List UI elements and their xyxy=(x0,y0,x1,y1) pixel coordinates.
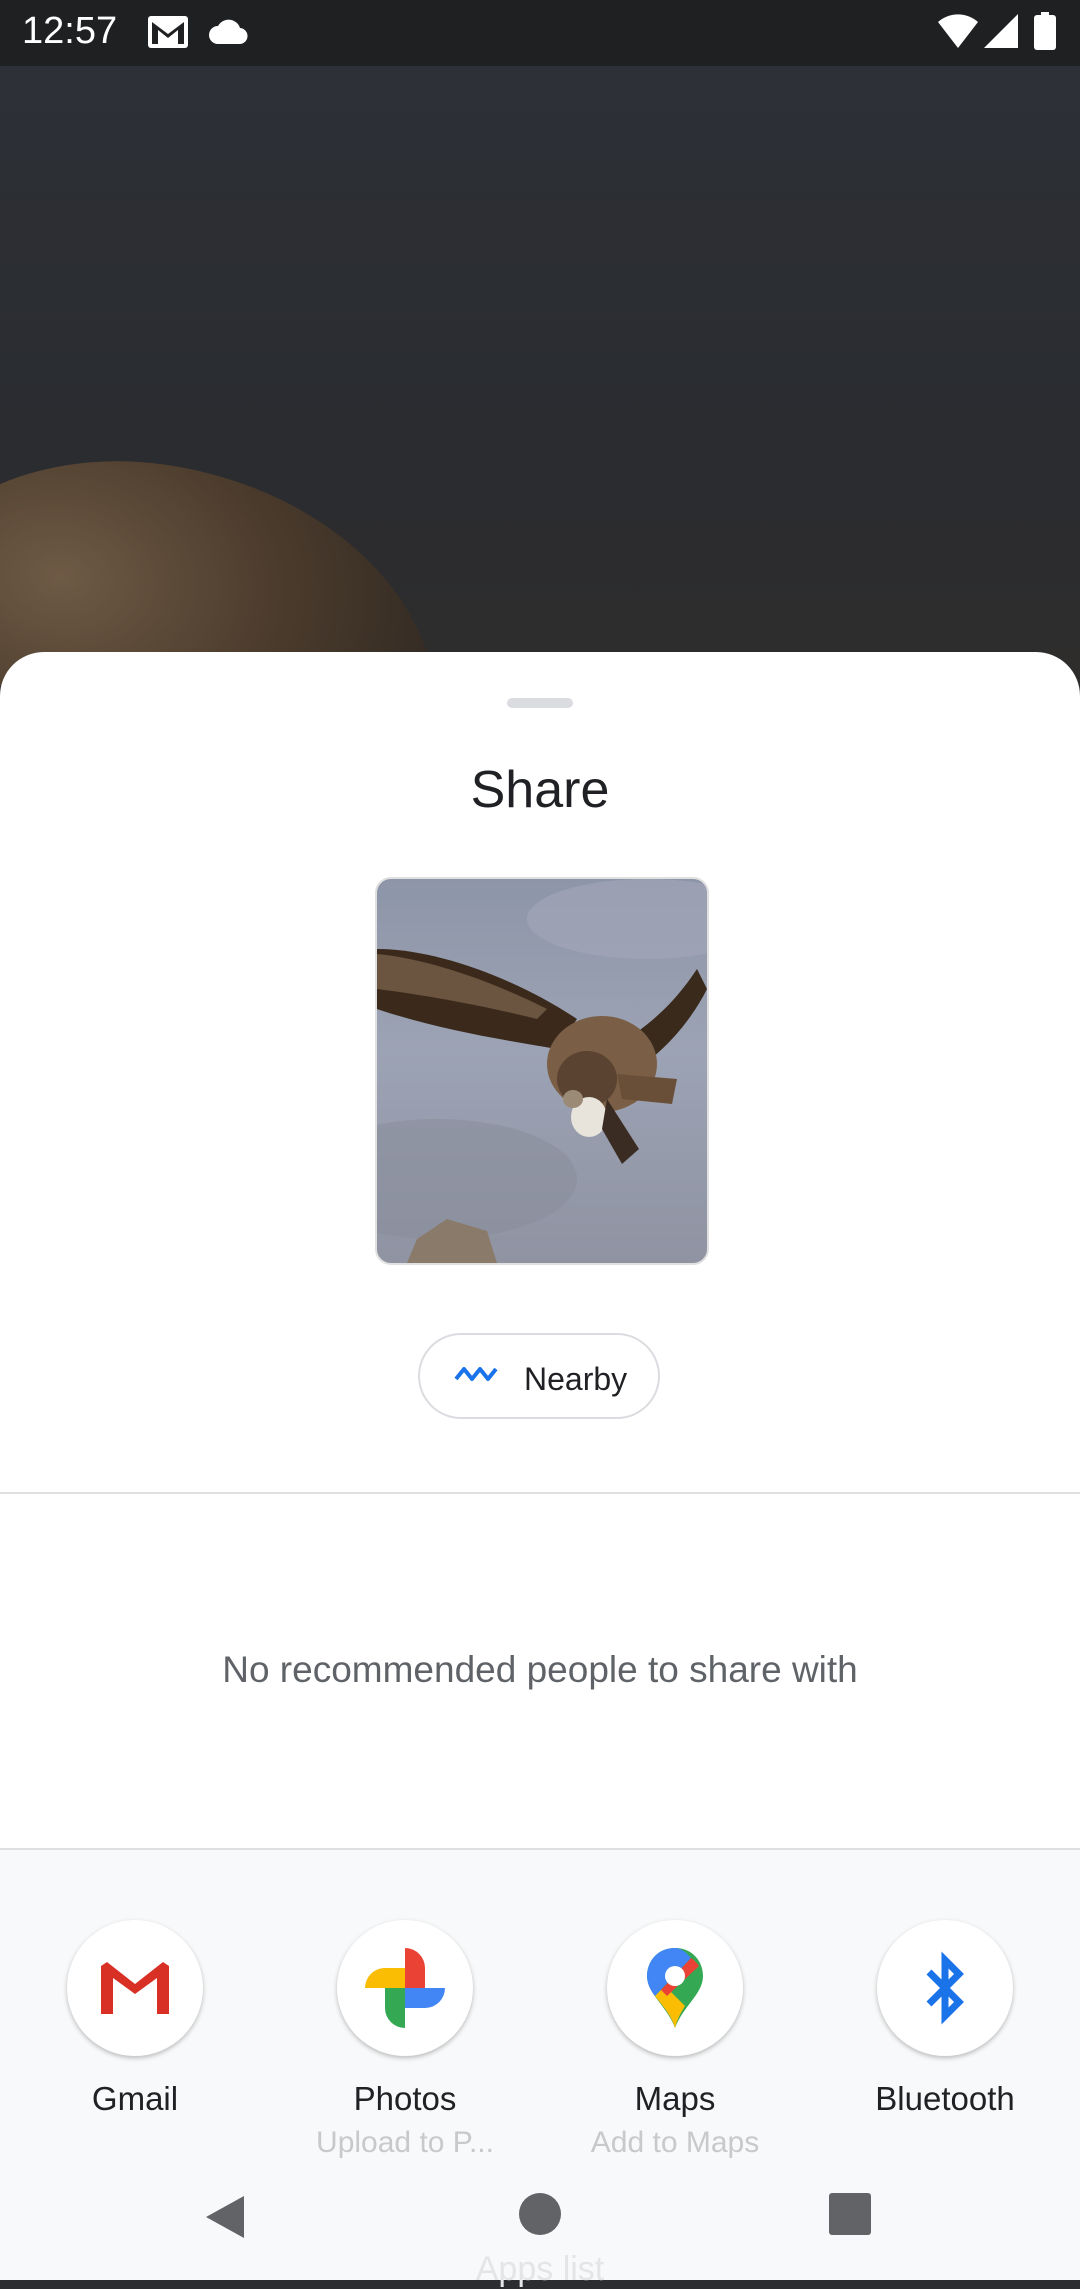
maps-app-icon xyxy=(607,1920,743,2056)
home-icon[interactable] xyxy=(518,2192,562,2241)
recents-icon[interactable] xyxy=(828,2192,872,2241)
cell-signal-icon xyxy=(984,14,1018,53)
battery-icon xyxy=(1034,12,1056,55)
divider xyxy=(0,1492,1080,1494)
back-icon[interactable] xyxy=(200,2192,250,2247)
app-label: Gmail xyxy=(91,2080,179,2117)
app-label: Maps xyxy=(634,2080,716,2117)
sheet-drag-handle[interactable] xyxy=(507,698,573,708)
bluetooth-app-icon xyxy=(877,1920,1013,2056)
sheet-title: Share xyxy=(470,761,610,819)
app-sublabel: Upload to P... xyxy=(316,2126,494,2159)
nearby-label: Nearby xyxy=(524,1361,628,1397)
navigation-bar xyxy=(0,2170,1080,2280)
app-target-gmail[interactable]: Gmail xyxy=(0,1920,270,2126)
app-sublabel: Add to Maps xyxy=(590,2126,760,2159)
app-target-bluetooth[interactable]: Bluetooth xyxy=(810,1920,1080,2126)
gmail-notification-icon xyxy=(146,12,190,57)
wifi-icon xyxy=(938,14,978,53)
nearby-share-chip[interactable]: Nearby xyxy=(418,1333,660,1419)
nearby-icon xyxy=(454,1361,498,1394)
status-time: 12:57 xyxy=(22,10,118,52)
app-label: Photos xyxy=(353,2080,457,2117)
background-bird-image xyxy=(0,429,467,686)
status-bar: 12:57 xyxy=(0,0,1080,66)
cloud-icon xyxy=(208,18,248,51)
app-label: Bluetooth xyxy=(875,2080,1015,2117)
gmail-app-icon xyxy=(67,1920,203,2056)
photos-app-icon xyxy=(337,1920,473,2056)
share-sheet: Share Nearby No recommended people to sh… xyxy=(0,652,1080,2280)
app-target-photos[interactable]: Photos Upload to P... xyxy=(270,1920,540,2160)
shared-image-preview xyxy=(375,877,709,1265)
app-target-maps[interactable]: Maps Add to Maps xyxy=(540,1920,810,2160)
background-photo xyxy=(0,66,1080,686)
no-recommendations-text: No recommended people to share with xyxy=(222,1649,858,1690)
